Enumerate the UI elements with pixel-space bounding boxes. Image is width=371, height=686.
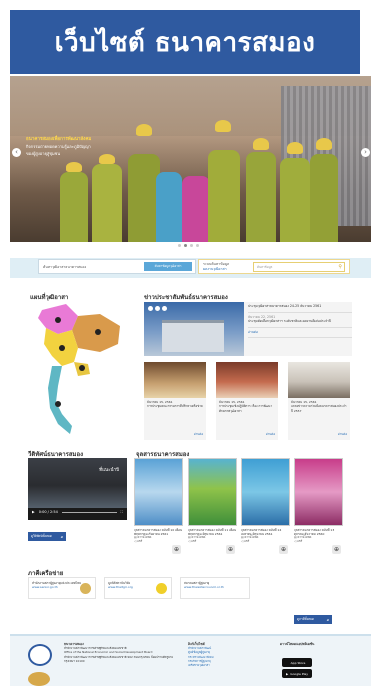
footer-app-title: ดาวน์โหลดแอปพลิเคชัน <box>280 642 315 646</box>
google-play-button[interactable]: ▶ Google Play <box>282 669 312 678</box>
video-progress[interactable] <box>61 511 117 513</box>
app-store-button[interactable]: App Store <box>282 658 312 667</box>
map-pin-icon[interactable] <box>55 317 61 323</box>
org-logo-icon <box>28 644 52 666</box>
hero-caption-line: ของผู้สูงอายุสู่ชุมชน <box>26 151 61 156</box>
volunteer-search-label: ค้นหาวุฒิอาสาธนาคารสมอง <box>43 264 87 269</box>
news-card-image[interactable] <box>144 362 206 398</box>
publication-card[interactable]: จุลสารธนาคารสมอง ฉบับที่ 10 เดือนพฤษภาคม… <box>134 458 183 558</box>
info-search-label: ระบบค้นหาข้อมูล <box>203 261 230 266</box>
news-date: ธันวาคม 22, 2561 <box>248 314 276 319</box>
map-pin-icon[interactable] <box>59 345 65 351</box>
fullscreen-icon[interactable]: ⛶ <box>121 510 123 514</box>
zoom-icon[interactable]: ⊕ <box>279 545 288 554</box>
news-section-title: ข่าวประชาสัมพันธ์ธนาคารสมอง <box>144 294 228 301</box>
volunteer-map[interactable] <box>28 300 128 445</box>
video-time: 0:00 / 2:54 <box>38 510 58 514</box>
all-partners-label: ดูภาคีทั้งหมด <box>297 617 314 621</box>
partner-link[interactable]: www.thaieldercouncil.or.th <box>184 585 246 589</box>
news-card-text[interactable]: แถลงข่าวความร่วมมือธนาคารสมองประจำปี 255… <box>291 404 347 413</box>
news-card-image[interactable] <box>216 362 278 398</box>
title-banner: เว็บไซต์ ธนาคารสมอง <box>10 10 360 74</box>
news-card-more-link[interactable]: อ่านต่อ <box>194 432 203 437</box>
zoom-icon[interactable]: ⊕ <box>226 545 235 554</box>
news-card[interactable]: ธันวาคม 15, 2561 แถลงข่าวความร่วมมือธนาค… <box>288 362 350 440</box>
video-controls[interactable]: ▶ 0:00 / 2:54 ⛶ <box>32 509 123 515</box>
news-card-image[interactable] <box>288 362 350 398</box>
map-pin-icon[interactable] <box>95 329 101 335</box>
hero-caption-title: ธนาคารสมองเพื่อการพัฒนาสังคม <box>26 137 92 142</box>
volunteer-search: ค้นหาวุฒิอาสาธนาคารสมอง ค้นหาข้อมูลวุฒิอ… <box>38 259 196 274</box>
publication-card[interactable]: จุลสารธนาคารสมอง ฉบับที่ 14 เมษายน-มิถุน… <box>241 458 290 558</box>
carousel-dot[interactable] <box>178 244 181 247</box>
play-store-icon: ▶ <box>285 671 289 676</box>
video-player[interactable]: ที่แนะนำปี ▶ 0:00 / 2:54 ⛶ <box>28 458 127 520</box>
publication-cover[interactable] <box>134 458 183 526</box>
video-overlay-title: ที่แนะนำปี <box>99 468 119 473</box>
map-region-south[interactable] <box>48 366 72 434</box>
hero-carousel[interactable]: ธนาคารสมองเพื่อการพัฒนาสังคม กิจกรรมถ่าย… <box>10 76 371 242</box>
search-placeholder: ค้นหาข้อมูล <box>257 264 273 269</box>
map-pin-icon[interactable] <box>55 401 61 407</box>
hero-caption-line: กิจกรรมถ่ายทอดความรู้และภูมิปัญญา <box>26 144 91 149</box>
play-icon[interactable]: ▶ <box>32 510 35 514</box>
google-play-label: Google Play <box>290 671 309 676</box>
carousel-prev-icon[interactable]: ‹ <box>12 148 21 157</box>
info-search: ระบบค้นหาข้อมูล ผลงานวุฒิอาสา ค้นหาข้อมู… <box>198 259 350 274</box>
news-more-link[interactable]: อ่านต่อ <box>248 330 258 334</box>
publication-cover[interactable] <box>241 458 290 526</box>
news-text[interactable]: ประชุมวุฒิอาสาธนาคารสมอง 24-25 ธันวาคม 2… <box>248 304 321 308</box>
partner-logo-icon <box>80 583 91 594</box>
news-text[interactable]: ประชุมคัดเลือกวุฒิอาสาฯ ระดับชาติและผลงา… <box>248 319 331 323</box>
thailand-map-icon[interactable] <box>28 300 128 445</box>
news-card-more-link[interactable]: อ่านต่อ <box>338 432 347 437</box>
publication-cover[interactable] <box>294 458 343 526</box>
news-list: ประชุมวุฒิอาสาธนาคารสมอง 24-25 ธันวาคม 2… <box>248 302 352 338</box>
carousel-dot[interactable] <box>184 244 187 247</box>
publication-card[interactable]: จุลสารธนาคารสมอง ฉบับที่ 13 ตุลาคม-ธันวา… <box>294 458 343 558</box>
publication-cover[interactable] <box>188 458 237 526</box>
app-store-label: App Store <box>290 660 306 665</box>
footer: ธนาคารสมอง สำนักงานสภาพัฒนาการเศรษฐกิจแล… <box>10 634 371 686</box>
search-input[interactable]: ค้นหาข้อมูล ⚲ <box>253 261 345 272</box>
news-featured-image[interactable] <box>144 302 244 356</box>
footer-link[interactable]: เครือข่ายวุฒิอาสา <box>188 663 210 667</box>
publication-share-link[interactable]: แชร์ <box>244 539 249 543</box>
partner-card[interactable]: มูลนิธิสถาบันวิจัย www.thaitgri.org <box>104 577 172 599</box>
partner-logo-icon <box>156 583 167 594</box>
publication-card[interactable]: จุลสารธนาคารสมอง ฉบับที่ 11 เดือนพฤษภาคม… <box>188 458 237 558</box>
news-card-text[interactable]: การประชุมเชิงปฏิบัติการ เรื่อง การพัฒนาศ… <box>219 404 275 413</box>
map-pin-icon[interactable] <box>79 365 85 371</box>
news-card-text[interactable]: การประชุมคณะกรรมการที่ปรึกษาเครือข่าย <box>147 404 203 408</box>
carousel-dot[interactable] <box>190 244 193 247</box>
news-list-item[interactable]: ประชุมวุฒิอาสาธนาคารสมอง 24-25 ธันวาคม 2… <box>248 302 352 313</box>
all-partners-button[interactable]: ดูภาคีทั้งหมด ▰ <box>294 615 332 624</box>
zoom-icon[interactable]: ⊕ <box>172 545 181 554</box>
hero-caption: ธนาคารสมองเพื่อการพัฒนาสังคม กิจกรรมถ่าย… <box>26 136 136 157</box>
news-list-item[interactable]: อ่านต่อ <box>248 328 352 338</box>
partner-card[interactable]: สำนักงานสภาผู้สูงอายุแห่งประเทศไทย www.s… <box>28 577 96 599</box>
publication-share-link[interactable]: แชร์ <box>137 539 142 543</box>
ministry-logo-icon <box>28 672 50 686</box>
carousel-dot[interactable] <box>196 244 199 247</box>
page-title: เว็บไซต์ ธนาคารสมอง <box>54 27 316 58</box>
footer-address: สำนักงานสภาพัฒนาการเศรษฐกิจและสังคมแห่งช… <box>64 654 174 663</box>
news-list-item[interactable]: ธันวาคม 22, 2561 ประชุมคัดเลือกวุฒิอาสาฯ… <box>248 313 352 328</box>
info-search-link[interactable]: ผลงานวุฒิอาสา <box>203 267 227 271</box>
publication-share-link[interactable]: แชร์ <box>297 539 302 543</box>
carousel-dots[interactable] <box>178 244 199 247</box>
search-icon[interactable]: ⚲ <box>338 264 342 270</box>
news-card-more-link[interactable]: อ่านต่อ <box>266 432 275 437</box>
publication-share-link[interactable]: แชร์ <box>191 539 196 543</box>
folder-icon: ▰ <box>60 534 63 539</box>
all-videos-label: ดูวีดิทัศน์ทั้งหมด <box>31 534 52 538</box>
volunteer-search-button[interactable]: ค้นหาข้อมูลวุฒิอาสา <box>144 262 192 271</box>
carousel-next-icon[interactable]: › <box>361 148 370 157</box>
folder-icon: ▰ <box>326 617 329 622</box>
zoom-icon[interactable]: ⊕ <box>332 545 341 554</box>
all-videos-button[interactable]: ดูวีดิทัศน์ทั้งหมด ▰ <box>28 532 66 541</box>
news-card[interactable]: ธันวาคม 15, 2561 การประชุมคณะกรรมการที่ป… <box>144 362 206 440</box>
partner-card[interactable]: สมาคมสภาผู้สูงอายุ www.thaieldercouncil.… <box>180 577 250 599</box>
news-card[interactable]: ธันวาคม 15, 2561 การประชุมเชิงปฏิบัติการ… <box>216 362 278 440</box>
